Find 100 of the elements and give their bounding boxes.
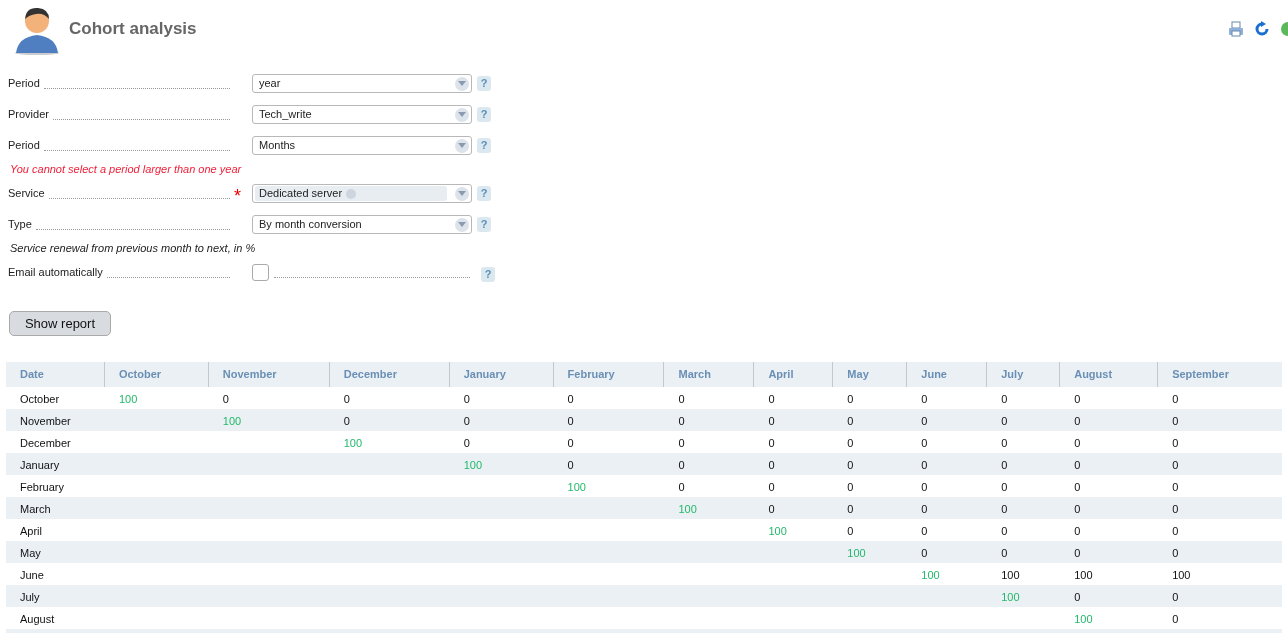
value-cell: 0 bbox=[567, 459, 574, 471]
value-cell: 0 bbox=[921, 481, 928, 493]
value-cell: 0 bbox=[1074, 481, 1081, 493]
column-header[interactable]: July bbox=[1001, 366, 1024, 383]
help-button[interactable]: ? bbox=[477, 138, 491, 153]
value-cell: 0 bbox=[1172, 415, 1179, 427]
value-cell: 0 bbox=[768, 437, 775, 449]
error-message: You cannot select a period larger than one year bbox=[10, 162, 242, 178]
date-cell: February bbox=[20, 481, 65, 493]
field-label: Email automatically bbox=[8, 265, 103, 281]
value-cell: 0 bbox=[1172, 613, 1179, 625]
value-cell: 0 bbox=[1074, 459, 1081, 471]
help-button[interactable]: ? bbox=[481, 266, 495, 282]
value-cell: 0 bbox=[847, 525, 854, 537]
value-cell: 0 bbox=[1074, 415, 1081, 427]
value-cell: 0 bbox=[463, 437, 470, 449]
select-field[interactable]: By month conversion bbox=[252, 215, 472, 234]
value-cell: 0 bbox=[1001, 547, 1008, 559]
value-cell: 0 bbox=[1172, 525, 1179, 537]
column-header[interactable]: August bbox=[1074, 366, 1113, 383]
column-header[interactable]: September bbox=[1172, 366, 1229, 383]
value-cell: 0 bbox=[1001, 415, 1008, 427]
value-cell: 0 bbox=[921, 393, 928, 405]
value-cell: 0 bbox=[463, 393, 470, 405]
column-header[interactable]: Date bbox=[20, 366, 44, 383]
page-title: Cohort analysis bbox=[69, 18, 197, 41]
value-cell: 0 bbox=[1074, 525, 1081, 537]
value-cell: 0 bbox=[921, 459, 928, 471]
field-label: Period bbox=[8, 76, 40, 92]
value-cell: 100 bbox=[847, 547, 866, 559]
value-cell: 0 bbox=[463, 415, 470, 427]
value-cell: 0 bbox=[768, 459, 775, 471]
value-cell: 0 bbox=[847, 503, 854, 515]
column-header[interactable]: April bbox=[768, 366, 794, 383]
value-cell: 0 bbox=[1172, 591, 1179, 603]
column-header[interactable]: May bbox=[847, 366, 869, 383]
value-cell: 0 bbox=[1172, 393, 1179, 405]
value-cell: 0 bbox=[1074, 547, 1081, 559]
field-label: Provider bbox=[8, 107, 49, 123]
value-cell: 0 bbox=[1172, 437, 1179, 449]
select-field[interactable]: year bbox=[252, 74, 472, 93]
select-field[interactable]: Dedicated server bbox=[252, 184, 472, 203]
value-cell: 0 bbox=[343, 393, 350, 405]
value-cell: 0 bbox=[1172, 459, 1179, 471]
date-cell: January bbox=[20, 459, 60, 471]
field-label: Service bbox=[8, 186, 45, 202]
value-cell: 100 bbox=[1001, 569, 1020, 581]
column-header[interactable]: January bbox=[463, 366, 506, 383]
help-button[interactable]: ? bbox=[477, 107, 491, 122]
help-button[interactable]: ? bbox=[477, 217, 491, 232]
value-cell: 0 bbox=[567, 415, 574, 427]
date-cell: December bbox=[20, 437, 71, 449]
column-header[interactable]: December bbox=[343, 366, 397, 383]
column-header[interactable]: November bbox=[222, 366, 277, 383]
value-cell: 0 bbox=[567, 393, 574, 405]
select-field[interactable]: Tech_write bbox=[252, 105, 472, 124]
value-cell: 0 bbox=[921, 525, 928, 537]
value-cell: 0 bbox=[921, 437, 928, 449]
date-cell: June bbox=[20, 569, 44, 581]
value-cell: 100 bbox=[1001, 591, 1020, 603]
column-header[interactable]: June bbox=[921, 366, 947, 383]
value-cell: 100 bbox=[222, 415, 242, 427]
value-cell: 0 bbox=[768, 503, 775, 515]
value-cell: 100 bbox=[1172, 569, 1191, 581]
value-cell: 0 bbox=[1001, 459, 1008, 471]
value-cell: 0 bbox=[921, 415, 928, 427]
required-marker: * bbox=[234, 189, 242, 202]
value-cell: 0 bbox=[1172, 547, 1179, 559]
value-cell: 0 bbox=[678, 437, 685, 449]
value-cell: 0 bbox=[768, 415, 775, 427]
value-cell: 100 bbox=[1074, 569, 1093, 581]
value-cell: 0 bbox=[678, 415, 685, 427]
value-cell: 100 bbox=[921, 569, 940, 581]
value-cell: 0 bbox=[768, 393, 775, 405]
value-cell: 0 bbox=[847, 437, 854, 449]
checkbox[interactable] bbox=[252, 264, 269, 281]
value-cell: 0 bbox=[343, 415, 350, 427]
select-field[interactable]: Months bbox=[252, 136, 472, 155]
printer-icon[interactable] bbox=[1228, 21, 1244, 37]
refresh-icon[interactable] bbox=[1254, 21, 1270, 37]
value-cell: 0 bbox=[678, 481, 685, 493]
help-button[interactable]: ? bbox=[477, 76, 491, 91]
value-cell: 0 bbox=[678, 393, 685, 405]
column-header[interactable]: February bbox=[567, 366, 615, 383]
date-cell: May bbox=[20, 547, 41, 559]
show-report-button[interactable]: Show report bbox=[9, 311, 111, 336]
value-cell: 0 bbox=[1172, 481, 1179, 493]
date-cell: March bbox=[20, 503, 51, 515]
value-cell: 0 bbox=[847, 459, 854, 471]
help-button[interactable]: ? bbox=[477, 186, 491, 201]
column-header[interactable]: March bbox=[678, 366, 711, 383]
value-cell: 0 bbox=[847, 481, 854, 493]
remove-tag-icon[interactable] bbox=[346, 188, 357, 199]
date-cell: July bbox=[20, 591, 40, 603]
column-header[interactable]: October bbox=[118, 366, 162, 383]
field-label: Type bbox=[8, 217, 32, 233]
value-cell: 0 bbox=[1074, 437, 1081, 449]
value-cell: 0 bbox=[1074, 503, 1081, 515]
date-cell: October bbox=[20, 393, 60, 405]
value-cell: 0 bbox=[847, 393, 854, 405]
